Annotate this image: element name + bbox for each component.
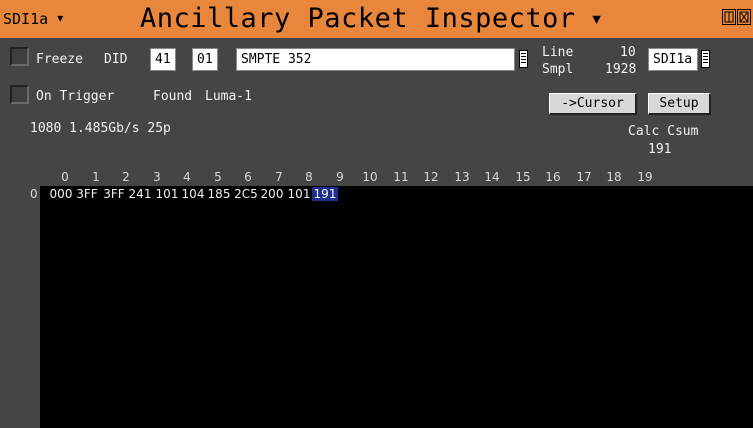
selected-data-cell[interactable]: 191 [312, 187, 338, 201]
data-cell[interactable]: 101 [154, 187, 180, 201]
standard-field[interactable]: SMPTE 352 [236, 48, 515, 71]
data-cell[interactable]: 200 [259, 187, 285, 201]
data-cell[interactable]: 104 [180, 187, 206, 201]
column-header: 0 [61, 170, 69, 184]
line-label: Line [542, 45, 574, 60]
column-header: 13 [454, 170, 470, 184]
column-header: 19 [637, 170, 653, 184]
dropdown-caret-icon: ▼ [57, 13, 64, 25]
did-label: DID [104, 52, 128, 67]
input-select-field[interactable]: SDI1a [648, 48, 698, 71]
source-label: SDI1a [3, 10, 49, 28]
tile-window-icon [724, 11, 734, 23]
did-field[interactable]: 41 [150, 48, 176, 71]
data-cell[interactable]: 241 [127, 187, 153, 201]
row-number: 0 [30, 187, 38, 201]
data-cell[interactable]: 2C5 [233, 187, 259, 201]
column-header: 4 [183, 170, 191, 184]
found-value: Luma-1 [205, 89, 252, 104]
smpl-value: 1928 [605, 62, 637, 77]
sdid-field[interactable]: 01 [192, 48, 218, 71]
freeze-label: Freeze [36, 52, 83, 67]
on-trigger-label: On Trigger [36, 89, 115, 104]
freeze-checkbox[interactable] [10, 47, 29, 66]
smpl-label: Smpl [542, 62, 574, 77]
data-cell[interactable]: 3FF [74, 187, 100, 201]
data-cell[interactable]: 000 [48, 187, 74, 201]
line-value: 10 [620, 45, 636, 60]
packet-data-grid[interactable] [40, 186, 753, 428]
column-header: 18 [606, 170, 622, 184]
title-dropdown-icon: ▼ [592, 11, 602, 28]
app-title: Ancillary Packet Inspector [140, 3, 576, 34]
column-header: 9 [336, 170, 344, 184]
window-tile-button[interactable] [722, 9, 736, 25]
column-header: 2 [122, 170, 130, 184]
app-title-menu[interactable]: Ancillary Packet Inspector ▼ [140, 0, 601, 38]
column-header: 15 [515, 170, 531, 184]
column-header: 10 [362, 170, 378, 184]
calc-csum-label: Calc Csum [628, 124, 699, 139]
column-header: 11 [393, 170, 409, 184]
found-label: Found [153, 89, 193, 104]
data-cell[interactable]: 185 [206, 187, 232, 201]
on-trigger-checkbox[interactable] [10, 85, 29, 104]
column-header: 14 [484, 170, 500, 184]
source-select-button[interactable]: SDI1a ▼ [3, 3, 89, 35]
column-header: 12 [423, 170, 439, 184]
column-header: 5 [214, 170, 222, 184]
setup-button[interactable]: Setup [648, 93, 711, 115]
data-cell[interactable]: 3FF [101, 187, 127, 201]
column-header: 3 [153, 170, 161, 184]
column-header: 6 [244, 170, 252, 184]
input-scroll-icon[interactable] [701, 50, 710, 68]
close-icon [739, 11, 749, 23]
calc-csum-value: 191 [648, 142, 672, 157]
column-header: 16 [545, 170, 561, 184]
column-header: 1 [92, 170, 100, 184]
cursor-button[interactable]: ->Cursor [549, 93, 637, 115]
standard-scroll-icon[interactable] [519, 50, 528, 68]
column-header: 7 [275, 170, 283, 184]
window-close-button[interactable] [737, 9, 751, 25]
data-cell[interactable]: 101 [286, 187, 312, 201]
column-header: 17 [576, 170, 592, 184]
format-text: 1080 1.485Gb/s 25p [30, 121, 171, 136]
column-header: 8 [305, 170, 313, 184]
